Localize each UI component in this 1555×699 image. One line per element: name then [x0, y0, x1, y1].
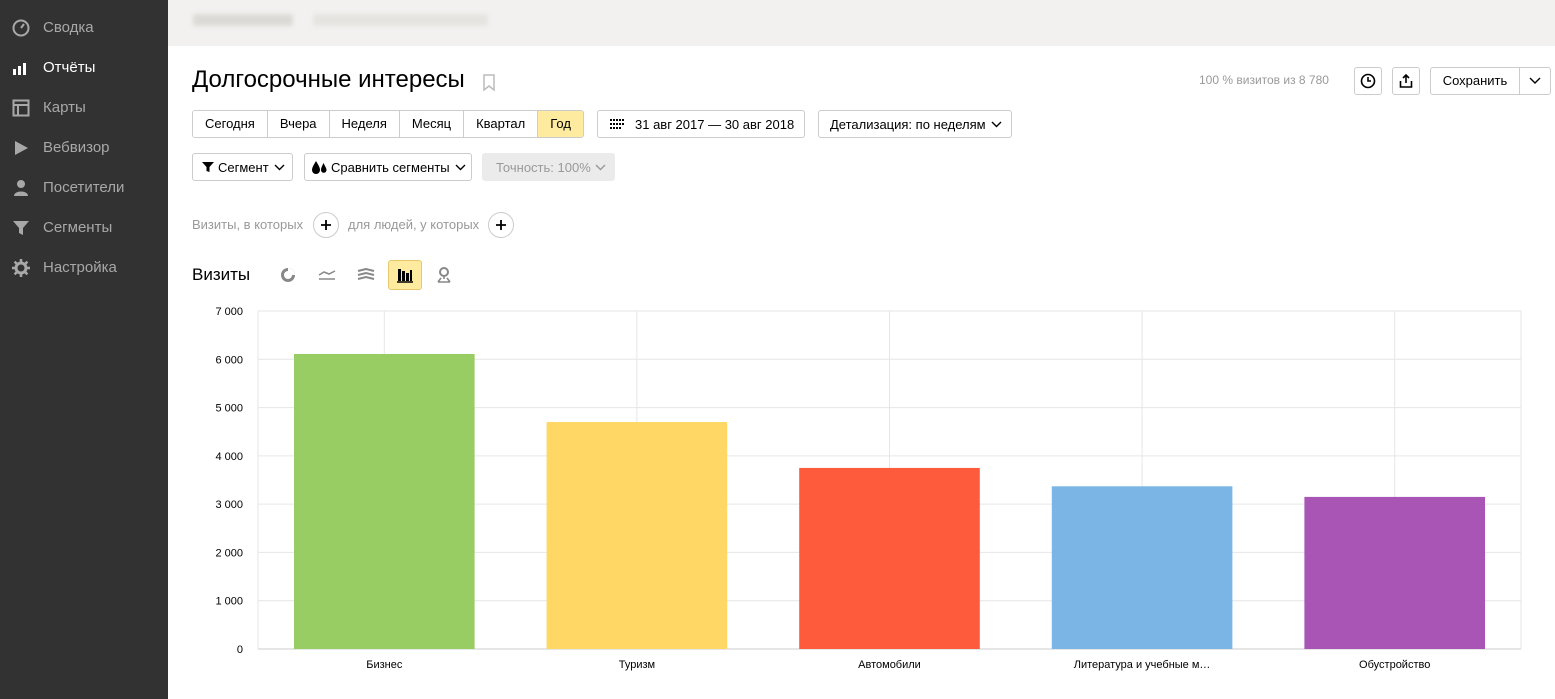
drops-icon	[312, 161, 327, 174]
chart-type-area[interactable]	[349, 260, 383, 290]
sidebar-item-label: Вебвизор	[43, 139, 110, 156]
chart-type-line[interactable]	[310, 260, 344, 290]
date-range-label: 31 авг 2017 — 30 авг 2018	[635, 116, 795, 132]
chevron-down-icon	[455, 164, 466, 170]
x-tick-label: Литература и учебные м…	[1074, 659, 1211, 671]
gear-icon	[12, 259, 30, 277]
x-tick-label: Автомобили	[858, 659, 921, 671]
sidebar-item-label: Отчёты	[43, 59, 96, 76]
compare-segments-button[interactable]: Сравнить сегменты	[304, 153, 472, 181]
page-title: Долгосрочные интересы	[192, 66, 465, 93]
segment-button[interactable]: Сегмент	[192, 153, 293, 181]
add-visit-condition-button[interactable]	[313, 212, 339, 238]
visits-share: 100 % визитов из 8 780	[1199, 73, 1329, 87]
counter-bar	[168, 0, 1555, 46]
sidebar-item-label: Посетители	[43, 179, 125, 196]
sidebar-item-segments[interactable]: Сегменты	[0, 208, 168, 248]
period-selector: Сегодня Вчера Неделя Месяц Квартал Год	[192, 110, 584, 138]
period-month[interactable]: Месяц	[399, 111, 465, 137]
sidebar-item-label: Карты	[43, 99, 86, 116]
x-tick-label: Бизнес	[366, 659, 403, 671]
funnel-icon	[202, 162, 214, 172]
sidebar-item-webvisor[interactable]: Вебвизор	[0, 128, 168, 168]
y-tick-label: 3 000	[215, 499, 243, 511]
chart-title: Визиты	[192, 265, 251, 284]
y-tick-label: 2 000	[215, 547, 243, 559]
chart-type-pie[interactable]	[271, 260, 305, 290]
counter-selector[interactable]	[193, 14, 293, 26]
clock-icon	[1360, 73, 1376, 89]
sidebar-item-settings[interactable]: Настройка	[0, 248, 168, 288]
upload-icon	[1399, 73, 1413, 88]
segment-label: Сегмент	[218, 159, 269, 175]
play-icon	[15, 141, 28, 155]
bar	[293, 353, 475, 649]
sidebar-item-label: Сводка	[43, 19, 94, 36]
x-tick-label: Туризм	[619, 659, 655, 671]
chevron-down-icon	[1529, 77, 1541, 84]
bar	[799, 467, 980, 649]
plus-icon	[321, 220, 331, 230]
history-button[interactable]	[1354, 67, 1382, 95]
add-people-condition-button[interactable]	[488, 212, 514, 238]
sidebar-item-label: Настройка	[43, 259, 117, 276]
save-button[interactable]: Сохранить	[1430, 67, 1551, 95]
bar	[1304, 496, 1486, 649]
sidebar-item-summary[interactable]: Сводка	[0, 8, 168, 48]
chevron-down-icon	[274, 164, 285, 170]
map-layout-icon	[12, 99, 30, 117]
sidebar-item-label: Сегменты	[43, 219, 113, 236]
chevron-down-icon	[991, 121, 1002, 127]
visits-condition-label: Визиты, в которых	[192, 217, 304, 232]
chart-type-map[interactable]	[427, 260, 461, 290]
map-pin-icon	[437, 267, 451, 283]
chevron-down-icon	[595, 164, 606, 170]
counter-info	[313, 14, 488, 26]
x-tick-label: Обустройство	[1359, 659, 1430, 671]
y-tick-label: 1 000	[215, 596, 243, 608]
period-quarter[interactable]: Квартал	[464, 111, 539, 137]
plus-icon	[496, 220, 506, 230]
people-condition-label: для людей, у которых	[348, 217, 480, 232]
y-tick-label: 4 000	[215, 451, 243, 463]
period-week[interactable]: Неделя	[329, 111, 400, 137]
bar	[1051, 486, 1233, 649]
save-label: Сохранить	[1431, 68, 1520, 94]
person-icon	[14, 180, 28, 196]
period-year[interactable]: Год	[538, 111, 583, 137]
funnel-icon	[13, 221, 29, 235]
gauge-icon	[12, 19, 30, 37]
detail-dropdown[interactable]: Детализация: по неделям	[818, 110, 1012, 138]
chart-type-bar[interactable]	[388, 260, 422, 290]
bookmark-icon[interactable]	[482, 74, 496, 92]
y-tick-label: 0	[237, 644, 243, 656]
y-tick-label: 6 000	[215, 354, 243, 366]
detail-label: Детализация: по неделям	[830, 116, 986, 132]
bar	[546, 422, 728, 649]
save-dropdown[interactable]	[1520, 68, 1550, 94]
date-range-button[interactable]: 31 авг 2017 — 30 авг 2018	[597, 110, 805, 138]
period-today[interactable]: Сегодня	[193, 111, 268, 137]
bar-chart: 0 1 000 2 000 3 000 4 000 5 000 6 000 7 000 Бизн…	[215, 306, 1522, 671]
pie-chart-icon	[281, 268, 295, 282]
area-chart-icon	[357, 268, 375, 280]
accuracy-dropdown[interactable]: Точность: 100%	[482, 153, 615, 181]
sidebar-item-maps[interactable]: Карты	[0, 88, 168, 128]
bar-chart-icon	[13, 63, 26, 75]
sidebar: Сводка Отчёты Карты Вебвизор Посетители …	[0, 0, 168, 699]
compare-segments-label: Сравнить сегменты	[331, 159, 450, 175]
bar-chart-icon	[397, 269, 413, 283]
sidebar-item-reports[interactable]: Отчёты	[0, 48, 168, 88]
line-chart-icon	[318, 270, 336, 280]
period-yesterday[interactable]: Вчера	[267, 111, 330, 137]
accuracy-label: Точность: 100%	[496, 159, 591, 175]
y-tick-label: 5 000	[215, 403, 243, 415]
export-button[interactable]	[1392, 67, 1420, 95]
sidebar-item-visitors[interactable]: Посетители	[0, 168, 168, 208]
calendar-icon	[610, 119, 624, 129]
y-tick-label: 7 000	[215, 306, 243, 318]
